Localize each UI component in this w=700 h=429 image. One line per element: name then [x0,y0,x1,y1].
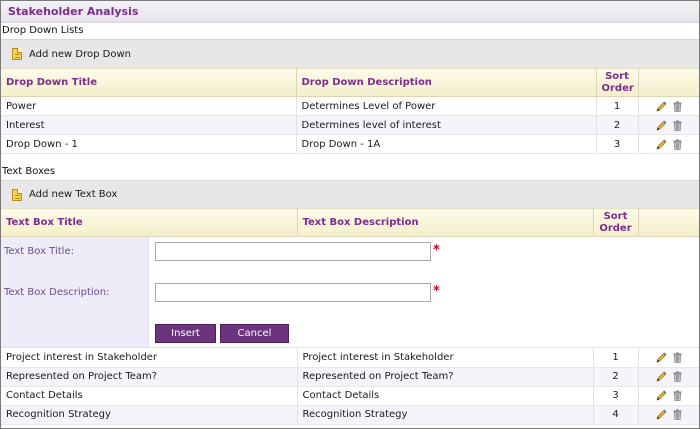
row-actions [638,367,699,387]
col-header-textbox-description[interactable]: Text Box Description [297,208,594,237]
row-sort-order: 1 [596,96,639,116]
row-title: Recognition Strategy [1,405,298,425]
row-actions [638,134,699,154]
row-sort-order: 2 [596,115,639,135]
insert-button[interactable]: Insert [155,324,216,343]
pencil-icon[interactable] [655,352,667,363]
add-dropdown-bar: Add new Drop Down [1,39,699,68]
dropdown-section-label: Drop Down Lists [2,25,84,36]
pencil-icon[interactable] [655,139,667,150]
textbox-header-row: Text Box Title Text Box Description Sort… [1,208,699,237]
trash-icon[interactable] [672,352,682,363]
add-textbox-bar: Add new Text Box [1,180,699,208]
pencil-icon[interactable] [655,101,667,112]
row-actions [638,386,699,406]
table-row[interactable]: Interest Determines level of interest 2 [1,115,699,135]
table-row[interactable]: Contact Details Contact Details 3 [1,386,699,406]
textbox-table-header: Text Box Title Text Box Description Sort… [1,208,699,237]
row-actions [638,115,699,135]
row-description: Project interest in Stakeholder [297,348,594,368]
textbox-description-label: Text Box Description: [4,287,110,298]
add-document-icon[interactable] [12,48,22,60]
row-description: Recognition Strategy [297,405,594,425]
pencil-icon[interactable] [655,409,667,420]
row-sort-order: 2 [593,367,639,387]
row-title: Drop Down - 1 [1,134,297,154]
form-labels-column: Text Box Title: Text Box Description: [1,237,149,347]
row-actions [638,405,699,425]
add-dropdown-link[interactable]: Add new Drop Down [29,49,131,60]
row-description: Determines level of interest [296,115,597,135]
add-document-icon[interactable] [12,188,22,201]
trash-icon[interactable] [672,371,682,382]
col-header-dropdown-title[interactable]: Drop Down Title [1,68,297,97]
required-marker: * [433,284,440,299]
row-description: Represented on Project Team? [297,367,594,387]
pencil-icon[interactable] [655,120,667,131]
col-header-actions [638,208,699,237]
row-sort-order: 3 [593,386,639,406]
add-textbox-link[interactable]: Add new Text Box [29,189,117,200]
cancel-button[interactable]: Cancel [220,324,289,343]
row-actions [638,96,699,116]
table-row[interactable]: Represented on Project Team? Represented … [1,367,699,387]
row-description: Determines Level of Power [296,96,597,116]
row-sort-order: 4 [593,405,639,425]
dropdown-table: Drop Down Title Drop Down Description So… [1,68,699,154]
pencil-icon[interactable] [655,371,667,382]
panel-title: Stakeholder Analysis [1,1,699,23]
row-description: Drop Down - 1A [296,134,597,154]
table-row[interactable]: Project interest in Stakeholder Project i… [1,348,699,368]
dropdown-header-row: Drop Down Title Drop Down Description So… [1,68,699,97]
row-sort-order: 1 [593,348,639,368]
form-fields-column: * * Insert Cancel [149,237,699,347]
table-row[interactable]: Recognition Strategy Recognition Strategy… [1,405,699,425]
row-title: Represented on Project Team? [1,367,298,387]
col-header-textbox-title[interactable]: Text Box Title [1,208,298,237]
row-title: Interest [1,115,297,135]
insert-textbox-form: Text Box Title: Text Box Description: * … [1,237,699,348]
row-description: Contact Details [297,386,594,406]
row-title: Contact Details [1,386,298,406]
col-header-textbox-sort[interactable]: Sort Order [593,208,639,237]
col-header-actions [638,68,699,97]
col-header-dropdown-sort[interactable]: Sort Order [596,68,639,97]
col-header-dropdown-description[interactable]: Drop Down Description [296,68,597,97]
trash-icon[interactable] [672,100,682,112]
trash-icon[interactable] [672,390,682,401]
textbox-table: Project interest in Stakeholder Project i… [1,348,699,425]
textbox-description-input[interactable] [155,283,431,302]
textbox-title-label: Text Box Title: [4,246,74,257]
required-marker: * [433,243,440,258]
trash-icon[interactable] [672,119,682,131]
row-actions [638,348,699,368]
col-header-sort-label: Sort Order [599,210,632,234]
row-sort-order: 3 [596,134,639,154]
pencil-icon[interactable] [655,390,667,401]
row-title: Project interest in Stakeholder [1,348,298,368]
textbox-title-input[interactable] [155,242,431,261]
trash-icon[interactable] [672,138,682,150]
textbox-section-label: Text Boxes [2,166,56,177]
trash-icon[interactable] [672,409,682,420]
row-title: Power [1,96,297,116]
stakeholder-analysis-panel: Stakeholder Analysis Drop Down Lists Add… [0,0,700,429]
table-row[interactable]: Drop Down - 1 Drop Down - 1A 3 [1,134,699,154]
col-header-sort-label: Sort Order [601,70,634,94]
table-row[interactable]: Power Determines Level of Power 1 [1,96,699,116]
